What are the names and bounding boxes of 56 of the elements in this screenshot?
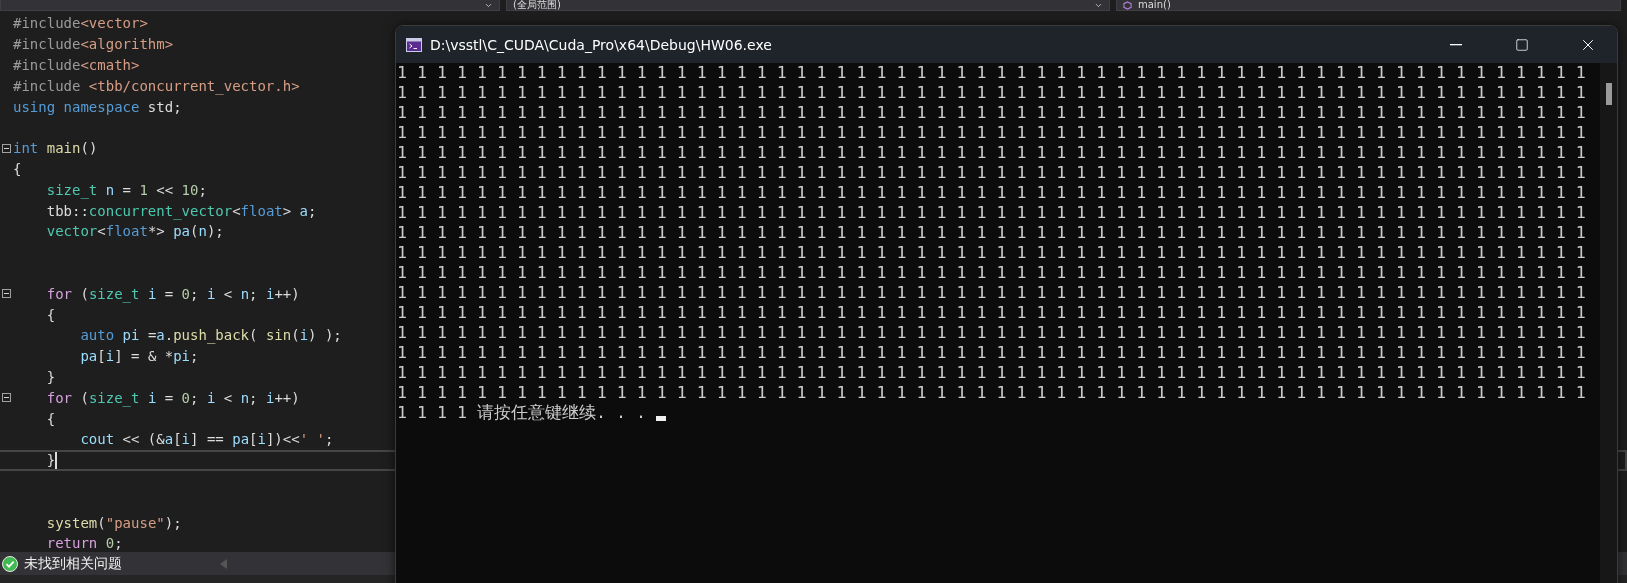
console-output-line: 1 1 1 1 1 1 1 1 1 1 1 1 1 1 1 1 1 1 1 1 1 1 1 1 1 1 1 1 1 1 1 1 1 1 1 1 1 1 1 1 1 1 1 1 1 1 1 1 1 1 1 1 1 1 1 1 1 1 1 1	[397, 383, 1586, 403]
code-line: }	[45, 452, 56, 469]
console-output-line: 1 1 1 1 1 1 1 1 1 1 1 1 1 1 1 1 1 1 1 1 1 1 1 1 1 1 1 1 1 1 1 1 1 1 1 1 1 1 1 1 1 1 1 1 1 1 1 1 1 1 1 1 1 1 1 1 1 1 1 1	[397, 203, 1586, 223]
console-output-line: 1 1 1 1 1 1 1 1 1 1 1 1 1 1 1 1 1 1 1 1 1 1 1 1 1 1 1 1 1 1 1 1 1 1 1 1 1 1 1 1 1 1 1 1 1 1 1 1 1 1 1 1 1 1 1 1 1 1 1 1	[397, 63, 1586, 83]
console-output-line: 1 1 1 1 请按任意键继续. . .	[397, 403, 646, 423]
console-output-line: 1 1 1 1 1 1 1 1 1 1 1 1 1 1 1 1 1 1 1 1 1 1 1 1 1 1 1 1 1 1 1 1 1 1 1 1 1 1 1 1 1 1 1 1 1 1 1 1 1 1 1 1 1 1 1 1 1 1 1 1	[397, 283, 1586, 303]
console-icon	[406, 37, 422, 52]
text-cursor	[655, 416, 666, 421]
code-line: {	[45, 306, 56, 323]
scope-dropdown[interactable]: (全局范围)	[506, 0, 1110, 11]
console-output-line: 1 1 1 1 1 1 1 1 1 1 1 1 1 1 1 1 1 1 1 1 1 1 1 1 1 1 1 1 1 1 1 1 1 1 1 1 1 1 1 1 1 1 1 1 1 1 1 1 1 1 1 1 1 1 1 1 1 1 1 1	[397, 303, 1586, 323]
collapse-icon[interactable]	[2, 143, 11, 153]
console-output-line: 1 1 1 1 1 1 1 1 1 1 1 1 1 1 1 1 1 1 1 1 1 1 1 1 1 1 1 1 1 1 1 1 1 1 1 1 1 1 1 1 1 1 1 1 1 1 1 1 1 1 1 1 1 1 1 1 1 1 1 1	[397, 123, 1586, 143]
code-line: #include<vector>	[13, 15, 148, 32]
console-output-line: 1 1 1 1 1 1 1 1 1 1 1 1 1 1 1 1 1 1 1 1 1 1 1 1 1 1 1 1 1 1 1 1 1 1 1 1 1 1 1 1 1 1 1 1 1 1 1 1 1 1 1 1 1 1 1 1 1 1 1 1	[397, 83, 1586, 103]
minimize-icon	[1450, 43, 1462, 46]
code-line: vector<float*> pa(n);	[45, 223, 224, 240]
console-output-line: 1 1 1 1 1 1 1 1 1 1 1 1 1 1 1 1 1 1 1 1 1 1 1 1 1 1 1 1 1 1 1 1 1 1 1 1 1 1 1 1 1 1 1 1 1 1 1 1 1 1 1 1 1 1 1 1 1 1 1 1	[397, 103, 1586, 123]
console-output-line: 1 1 1 1 1 1 1 1 1 1 1 1 1 1 1 1 1 1 1 1 1 1 1 1 1 1 1 1 1 1 1 1 1 1 1 1 1 1 1 1 1 1 1 1 1 1 1 1 1 1 1 1 1 1 1 1 1 1 1 1	[397, 163, 1586, 183]
window-title: D:\vsstl\C_CUDA\Cuda_Pro\x64\Debug\HW06.exe	[430, 36, 773, 53]
status-message: 未找到相关问题	[24, 554, 123, 573]
code-line: #include<cmath>	[13, 57, 140, 73]
code-line: using namespace std;	[13, 98, 182, 115]
console-output-line: 1 1 1 1 1 1 1 1 1 1 1 1 1 1 1 1 1 1 1 1 1 1 1 1 1 1 1 1 1 1 1 1 1 1 1 1 1 1 1 1 1 1 1 1 1 1 1 1 1 1 1 1 1 1 1 1 1 1 1 1	[397, 323, 1586, 343]
console-output-line: 1 1 1 1 1 1 1 1 1 1 1 1 1 1 1 1 1 1 1 1 1 1 1 1 1 1 1 1 1 1 1 1 1 1 1 1 1 1 1 1 1 1 1 1 1 1 1 1 1 1 1 1 1 1 1 1 1 1 1 1	[397, 243, 1586, 263]
code-line: auto pi =a.push_back( sin(i) );	[79, 327, 342, 344]
code-line: system("pause");	[45, 514, 182, 531]
check-icon	[2, 555, 18, 572]
text-caret	[55, 451, 58, 469]
code-line: pa[i] = & *pi;	[79, 348, 199, 365]
console-output-line: 1 1 1 1 1 1 1 1 1 1 1 1 1 1 1 1 1 1 1 1 1 1 1 1 1 1 1 1 1 1 1 1 1 1 1 1 1 1 1 1 1 1 1 1 1 1 1 1 1 1 1 1 1 1 1 1 1 1 1 1	[397, 263, 1586, 283]
code-line: {	[45, 410, 56, 427]
project-dropdown[interactable]	[0, 0, 500, 11]
console-output-line: 1 1 1 1 1 1 1 1 1 1 1 1 1 1 1 1 1 1 1 1 1 1 1 1 1 1 1 1 1 1 1 1 1 1 1 1 1 1 1 1 1 1 1 1 1 1 1 1 1 1 1 1 1 1 1 1 1 1 1 1	[397, 143, 1586, 163]
console-output-line: 1 1 1 1 1 1 1 1 1 1 1 1 1 1 1 1 1 1 1 1 1 1 1 1 1 1 1 1 1 1 1 1 1 1 1 1 1 1 1 1 1 1 1 1 1 1 1 1 1 1 1 1 1 1 1 1 1 1 1 1	[397, 343, 1586, 363]
code-line: {	[13, 160, 22, 177]
console-output-line: 1 1 1 1 1 1 1 1 1 1 1 1 1 1 1 1 1 1 1 1 1 1 1 1 1 1 1 1 1 1 1 1 1 1 1 1 1 1 1 1 1 1 1 1 1 1 1 1 1 1 1 1 1 1 1 1 1 1 1 1	[397, 363, 1586, 383]
code-line: #include<algorithm>	[13, 36, 174, 53]
member-dropdown[interactable]: main()	[1116, 0, 1621, 11]
code-line: tbb::concurrent_vector<float> a;	[45, 202, 317, 219]
collapse-icon[interactable]	[2, 393, 11, 403]
maximize-icon	[1515, 37, 1529, 52]
scroll-left-icon[interactable]	[220, 558, 227, 569]
code-line: int main()	[13, 140, 98, 157]
code-line: cout << (&a[i] == pa[i])<<' ';	[79, 431, 334, 448]
code-line: }	[45, 368, 56, 385]
code-line: for (size_t i = 0; i < n; i++)	[45, 389, 300, 406]
code-line: return 0;	[45, 535, 123, 552]
console-output-line: 1 1 1 1 1 1 1 1 1 1 1 1 1 1 1 1 1 1 1 1 1 1 1 1 1 1 1 1 1 1 1 1 1 1 1 1 1 1 1 1 1 1 1 1 1 1 1 1 1 1 1 1 1 1 1 1 1 1 1 1	[397, 183, 1586, 203]
code-line: #include <tbb/concurrent_vector.h>	[13, 77, 300, 94]
code-line: for (size_t i = 0; i < n; i++)	[45, 285, 300, 302]
console-output-line: 1 1 1 1 1 1 1 1 1 1 1 1 1 1 1 1 1 1 1 1 1 1 1 1 1 1 1 1 1 1 1 1 1 1 1 1 1 1 1 1 1 1 1 1 1 1 1 1 1 1 1 1 1 1 1 1 1 1 1 1	[397, 223, 1586, 243]
cube-icon	[1123, 0, 1132, 10]
code-line: size_t n = 1 << 10;	[45, 181, 207, 198]
scrollbar[interactable]	[1600, 63, 1617, 583]
collapse-icon[interactable]	[2, 289, 11, 299]
